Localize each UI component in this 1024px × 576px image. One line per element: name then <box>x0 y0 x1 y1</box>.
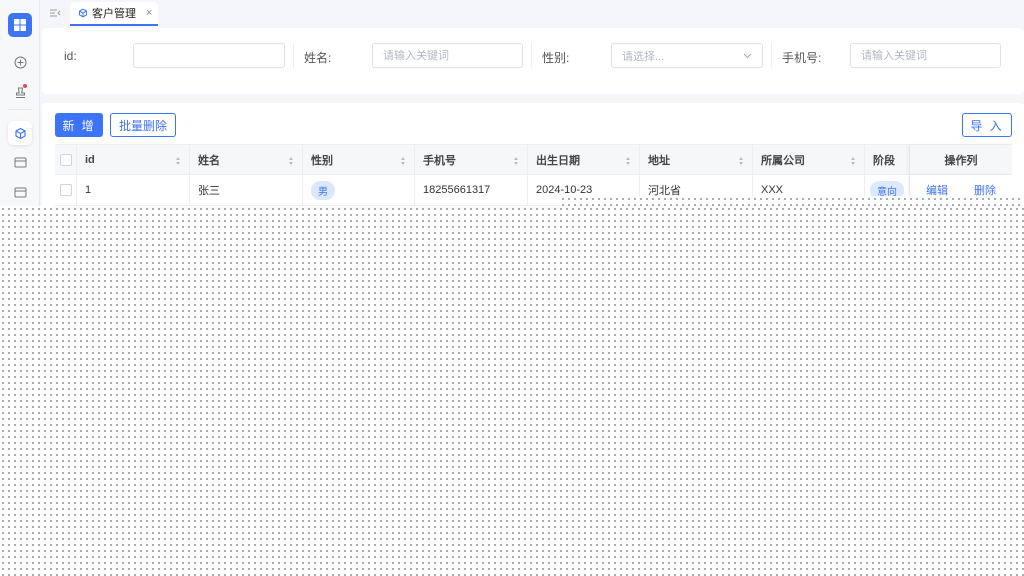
tab-customer-management[interactable]: 客户管理 × <box>70 2 158 26</box>
sort-icon[interactable] <box>850 156 856 166</box>
column-label: 出生日期 <box>536 154 580 167</box>
card-icon[interactable] <box>8 150 32 174</box>
sort-icon[interactable] <box>400 156 406 166</box>
add-button[interactable]: 新 增 <box>55 113 103 137</box>
name-label: 姓名: <box>304 51 332 65</box>
cell-name: 张三 <box>190 175 303 205</box>
column-header-actions: 操作列 <box>910 145 1012 174</box>
gender-select[interactable]: 请选择... <box>611 43 763 68</box>
column-header-gender[interactable]: 性别 <box>303 145 415 174</box>
windows-logo-icon[interactable] <box>8 13 32 37</box>
import-button[interactable]: 导 入 <box>962 113 1012 137</box>
divider <box>531 43 532 68</box>
id-label: id: <box>64 49 77 63</box>
search-panel: id: 姓名: 性别: 请选择... 手机号: <box>42 28 1024 94</box>
tab-bar: 客户管理 × <box>40 0 1024 26</box>
column-label: 性别 <box>311 154 333 167</box>
cube-icon[interactable] <box>8 121 32 145</box>
id-input[interactable] <box>133 43 285 68</box>
collapse-sidebar-icon[interactable] <box>48 6 62 20</box>
sort-icon[interactable] <box>625 156 631 166</box>
column-label: id <box>85 153 95 166</box>
phone-input[interactable] <box>850 43 1001 68</box>
loading-overlay-edge <box>560 196 1024 206</box>
row-select-cell <box>55 175 77 205</box>
select-all-checkbox[interactable] <box>60 153 72 166</box>
table-header: id 姓名 性别 手机号 出生日期 地址 所属公司 阶段 操作列 <box>55 144 1012 175</box>
column-label: 阶段 <box>873 154 895 167</box>
gender-select-placeholder: 请选择... <box>622 50 665 63</box>
gender-label: 性别: <box>542 51 570 65</box>
phone-label: 手机号: <box>782 51 822 65</box>
sort-icon[interactable] <box>738 156 744 166</box>
cell-id: 1 <box>77 175 190 205</box>
cell-gender: 男 <box>303 175 415 205</box>
tab-label: 客户管理 <box>92 8 136 20</box>
cube-icon <box>79 8 87 18</box>
divider <box>293 43 294 68</box>
loading-overlay <box>0 206 1024 576</box>
column-header-company[interactable]: 所属公司 <box>753 145 865 174</box>
column-header-name[interactable]: 姓名 <box>190 145 303 174</box>
divider <box>771 43 772 68</box>
column-label: 手机号 <box>423 154 456 167</box>
name-input[interactable] <box>372 43 523 68</box>
sort-icon[interactable] <box>288 156 294 166</box>
select-all-cell <box>55 145 77 174</box>
gender-badge: 男 <box>311 180 335 200</box>
cell-phone: 18255661317 <box>415 175 528 205</box>
column-label: 操作列 <box>944 154 978 167</box>
column-label: 地址 <box>648 154 670 167</box>
card-icon-2[interactable] <box>8 180 32 204</box>
column-label: 所属公司 <box>761 154 805 167</box>
column-header-address[interactable]: 地址 <box>640 145 753 174</box>
batch-delete-button[interactable]: 批量删除 <box>110 113 176 137</box>
sort-icon[interactable] <box>175 156 181 166</box>
sort-icon[interactable] <box>513 156 519 166</box>
sidebar-divider <box>8 109 32 110</box>
column-header-phone[interactable]: 手机号 <box>415 145 528 174</box>
add-circle-icon[interactable] <box>8 50 32 74</box>
column-header-birth[interactable]: 出生日期 <box>528 145 640 174</box>
close-icon[interactable]: × <box>146 7 152 19</box>
column-header-stage[interactable]: 阶段 <box>865 145 910 174</box>
chevron-down-icon <box>743 53 752 58</box>
column-label: 姓名 <box>198 154 220 167</box>
stamp-icon[interactable] <box>8 80 32 104</box>
notification-badge <box>23 84 27 88</box>
row-checkbox[interactable] <box>60 184 72 196</box>
column-header-id[interactable]: id <box>77 145 190 174</box>
